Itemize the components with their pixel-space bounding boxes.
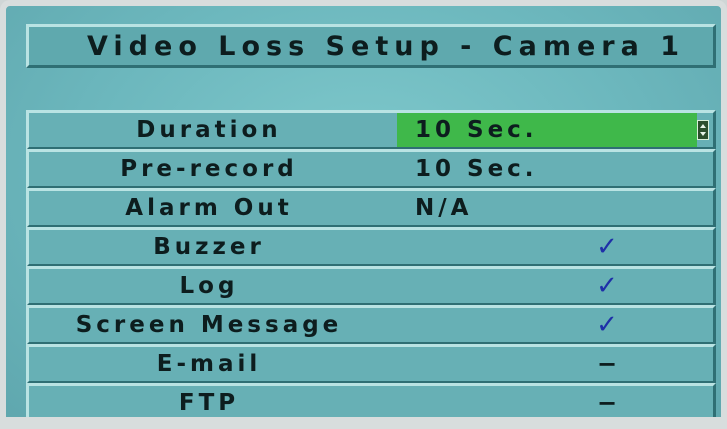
screen-bezel-bottom xyxy=(0,417,727,429)
buzzer-checkmark-icon[interactable]: ✓ xyxy=(577,230,637,264)
screen-message-label: Screen Message xyxy=(75,312,343,338)
setting-row-log[interactable]: Log ✓ xyxy=(26,266,716,306)
setting-row-alarm-out[interactable]: Alarm Out N/A xyxy=(26,188,716,228)
ftp-dash-icon[interactable]: − xyxy=(577,386,637,420)
duration-value[interactable]: 10 Sec. xyxy=(397,113,697,147)
setting-row-pre-record[interactable]: Pre-record 10 Sec. xyxy=(26,149,716,189)
log-checkmark-icon[interactable]: ✓ xyxy=(577,269,637,303)
pre-record-value[interactable]: 10 Sec. xyxy=(397,152,697,186)
settings-list: Duration 10 Sec. Pre-record 10 Sec. Alar… xyxy=(26,110,716,423)
buzzer-label: Buzzer xyxy=(153,234,265,260)
alarm-out-label: Alarm Out xyxy=(125,195,293,221)
page-title: Video Loss Setup - Camera 1 xyxy=(87,30,685,62)
log-label: Log xyxy=(179,273,239,299)
email-label: E-mail xyxy=(156,351,262,377)
email-dash-icon[interactable]: − xyxy=(577,347,637,381)
duration-label: Duration xyxy=(136,117,282,143)
title-bar: Video Loss Setup - Camera 1 xyxy=(26,24,716,68)
screen-message-checkmark-icon[interactable]: ✓ xyxy=(577,308,637,342)
pre-record-label: Pre-record xyxy=(120,156,298,182)
alarm-out-value[interactable]: N/A xyxy=(397,191,697,225)
setting-row-duration[interactable]: Duration 10 Sec. xyxy=(26,110,716,150)
setting-row-buzzer[interactable]: Buzzer ✓ xyxy=(26,227,716,267)
setting-row-screen-message[interactable]: Screen Message ✓ xyxy=(26,305,716,345)
ftp-label: FTP xyxy=(178,390,240,416)
up-down-spinner-icon[interactable] xyxy=(697,120,709,140)
setting-row-email[interactable]: E-mail − xyxy=(26,344,716,384)
osd-screen: Video Loss Setup - Camera 1 Duration 10 … xyxy=(0,0,727,429)
